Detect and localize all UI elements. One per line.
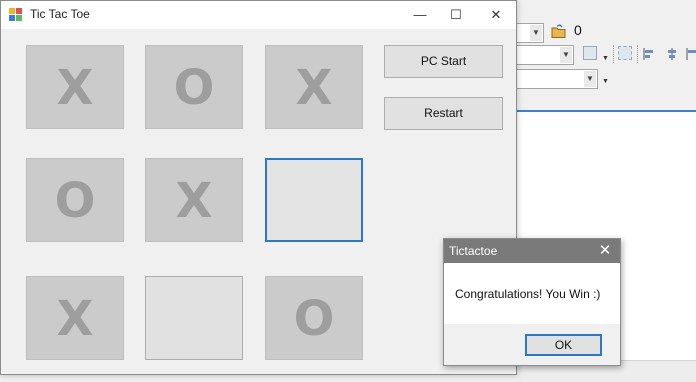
dialog-title-bar[interactable]: Tictactoe ✕ [444,239,620,263]
close-icon: ✕ [598,242,612,259]
restart-button[interactable]: Restart [384,97,503,130]
align-center-icon[interactable] [665,47,679,61]
dialog-close-button[interactable]: ✕ [590,239,620,263]
align-right-icon[interactable] [685,47,696,61]
minimize-button[interactable]: — [401,1,439,29]
close-icon: ✕ [490,7,502,22]
board-cell-6[interactable] [265,158,363,242]
chevron-down-icon: ▼ [530,25,542,41]
dialog-footer: OK [444,324,620,365]
minimize-icon: — [413,7,427,22]
dialog-title: Tictactoe [449,244,498,258]
chevron-down-icon: ▼ [584,71,596,87]
board-cell-3[interactable]: X [265,45,363,129]
board-cell-9[interactable]: O [265,276,363,360]
board-cell-1[interactable]: X [26,45,124,129]
dialog-message: Congratulations! You Win :) [455,287,601,301]
toolbar-separator [613,45,615,63]
ide-combo-box[interactable]: ▼ [517,23,544,43]
pc-start-button[interactable]: PC Start [384,45,503,78]
tictactoe-window: Tic Tac Toe — ☐ ✕ X O X O X X O PC Start… [0,0,517,375]
title-bar[interactable]: Tic Tac Toe — ☐ ✕ [1,1,516,29]
ok-button[interactable]: OK [525,334,602,356]
dropdown-arrow-icon[interactable]: ▼ [602,55,609,62]
chevron-down-icon: ▼ [560,47,572,63]
ide-value-field: 0 [574,22,582,38]
ide-style-combo[interactable]: ▼ [517,69,598,89]
ide-font-combo[interactable]: ▼ [517,45,574,65]
board-cell-2[interactable]: O [145,45,243,129]
maximize-icon: ☐ [450,7,462,22]
close-button[interactable]: ✕ [477,1,515,29]
window-title: Tic Tac Toe [30,7,90,21]
dropdown-arrow-icon[interactable]: ▼ [602,78,609,85]
board-cell-8[interactable] [145,276,243,360]
board-cell-7[interactable]: X [26,276,124,360]
win-message-dialog: Tictactoe ✕ Congratulations! You Win :) … [443,238,621,366]
board-cell-4[interactable]: O [26,158,124,242]
app-icon [9,8,22,21]
toolbar-separator [637,45,639,63]
align-left-icon[interactable] [642,47,656,61]
maximize-button[interactable]: ☐ [437,1,475,29]
board-cell-5[interactable]: X [145,158,243,242]
open-folder-icon[interactable] [551,24,567,39]
align-icon[interactable] [618,46,632,60]
ide-toolbar-icon[interactable] [583,46,597,60]
